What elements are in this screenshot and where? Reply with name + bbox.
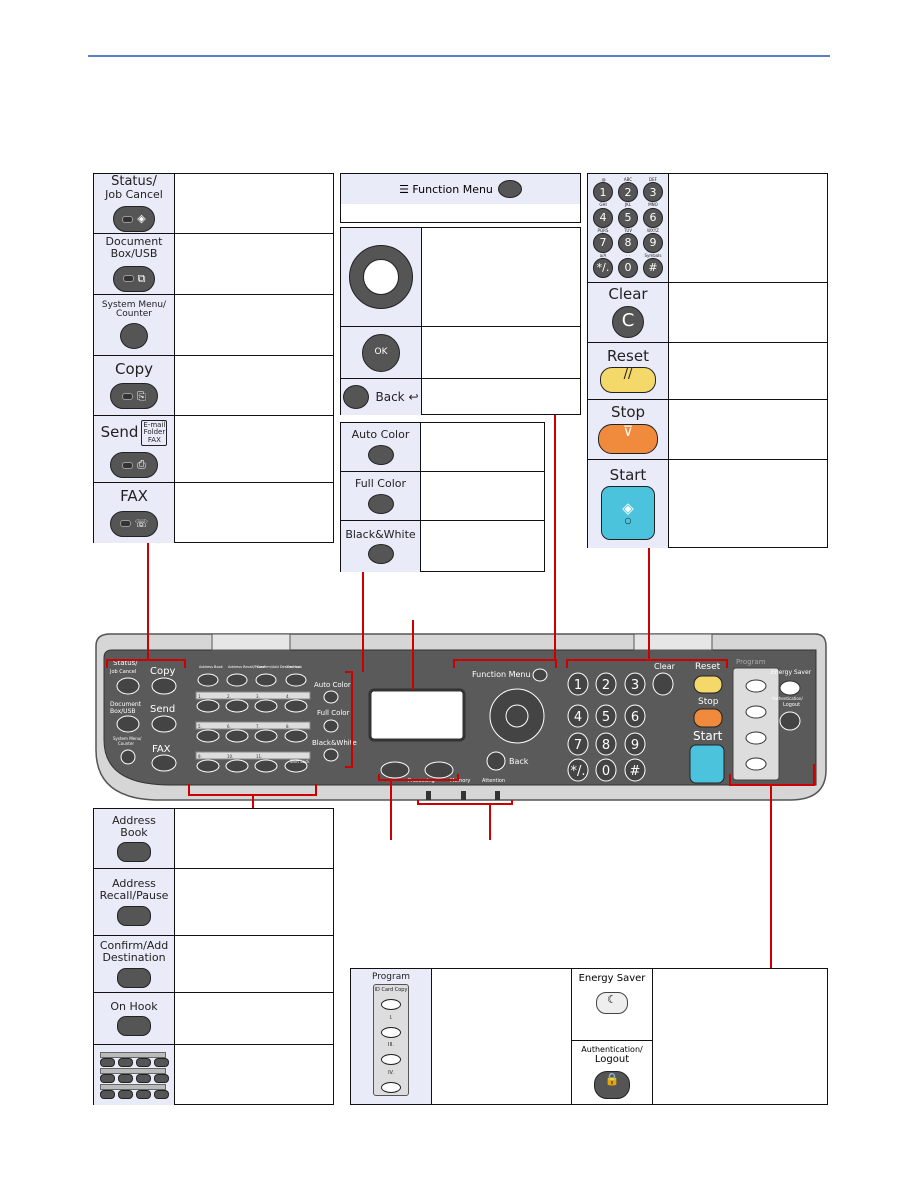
one-touch-key[interactable] — [284, 699, 308, 713]
processing-led — [426, 791, 431, 800]
panel-label: Auto Color — [314, 681, 351, 689]
panel-start-button[interactable] — [689, 744, 725, 784]
panel-numpad-label: 7 — [574, 738, 582, 753]
memory-led — [461, 791, 466, 800]
panel-copy-button[interactable] — [151, 677, 177, 695]
panel-soft-key-left[interactable] — [380, 761, 410, 779]
panel-label: On Hook — [287, 665, 303, 669]
panel-label: Box/USB — [110, 708, 136, 715]
panel-numpad-label: 0 — [602, 764, 610, 779]
panel-numpad-label: 5 — [602, 710, 610, 725]
panel-address-key[interactable] — [285, 673, 307, 687]
panel-black-white-button[interactable] — [323, 748, 339, 762]
one-touch-key[interactable] — [196, 759, 220, 773]
panel-label: Program — [736, 658, 766, 666]
one-touch-key[interactable] — [196, 729, 220, 743]
panel-display — [368, 688, 466, 742]
panel-numpad-label: 3 — [631, 678, 639, 693]
panel-label: Clear — [654, 662, 676, 671]
panel-label: Copy — [150, 666, 175, 677]
panel-label: 1. — [198, 694, 202, 699]
one-touch-strip — [195, 721, 311, 730]
panel-ok-button[interactable] — [505, 704, 529, 728]
panel-label: Job Cancel — [109, 669, 136, 675]
panel-send-button[interactable] — [151, 715, 177, 733]
one-touch-key[interactable] — [225, 729, 249, 743]
panel-label: 9. — [198, 754, 202, 759]
panel-numpad-label: 4 — [574, 710, 582, 725]
panel-back-button[interactable] — [486, 751, 506, 771]
operation-panel-illustration: Status/ Job Cancel Copy Document Box/USB… — [95, 415, 827, 968]
one-touch-key[interactable] — [254, 729, 278, 743]
panel-label: Attention — [482, 778, 505, 784]
panel-stop-button[interactable] — [693, 708, 723, 728]
panel-label: Send — [150, 704, 175, 715]
panel-status-button[interactable] — [116, 677, 140, 695]
panel-address-key[interactable] — [197, 673, 219, 687]
one-touch-key[interactable] — [284, 729, 308, 743]
panel-program-key[interactable] — [745, 757, 767, 771]
panel-document-box-button[interactable] — [116, 715, 140, 733]
panel-label: 2. — [227, 694, 231, 699]
panel-label: 6. — [227, 724, 231, 729]
manual-page: Status/Job Cancel ◈ Document Box/USB ⧉ Syst… — [0, 0, 918, 1188]
one-touch-strip — [195, 751, 311, 760]
one-touch-key[interactable] — [225, 759, 249, 773]
panel-label: 11. — [256, 754, 262, 759]
panel-numpad-label: */. — [570, 764, 585, 779]
panel-label: Logout — [783, 702, 800, 708]
panel-auth-button[interactable] — [779, 711, 801, 731]
one-touch-key[interactable] — [225, 699, 249, 713]
panel-label: Reset — [695, 662, 721, 672]
panel-full-color-button[interactable] — [323, 719, 339, 733]
panel-fax-button[interactable] — [151, 754, 177, 772]
panel-address-key[interactable] — [226, 673, 248, 687]
panel-label: 5. — [198, 724, 202, 729]
panel-label: Document — [110, 701, 142, 708]
panel-address-key[interactable] — [255, 673, 277, 687]
panel-label: 3. — [256, 694, 260, 699]
panel-clear-button[interactable] — [652, 672, 674, 696]
panel-system-menu-button[interactable] — [120, 749, 136, 765]
panel-numpad-label: 9 — [631, 738, 639, 753]
panel-label: 10. — [227, 754, 233, 759]
panel-numpad-label: 8 — [602, 738, 610, 753]
panel-label: Start — [693, 729, 723, 743]
panel-numpad-label: 2 — [602, 678, 610, 693]
panel-label: 4. — [286, 694, 290, 699]
one-touch-strip — [195, 691, 311, 700]
panel-label: Function Menu — [472, 670, 531, 679]
one-touch-key[interactable] — [254, 759, 278, 773]
panel-label: Black&White — [312, 739, 357, 747]
panel-energy-saver-button[interactable] — [779, 680, 801, 696]
panel-label: Authentication/ — [772, 696, 803, 701]
one-touch-key[interactable] — [254, 699, 278, 713]
panel-function-menu-button[interactable] — [532, 668, 548, 682]
attention-led — [495, 791, 500, 800]
panel-numpad-label: 1 — [574, 678, 582, 693]
panel-numpad-label: 6 — [631, 710, 639, 725]
panel-label: Counter — [118, 741, 134, 746]
panel-auto-color-button[interactable] — [323, 690, 339, 704]
panel-label: Full Color — [317, 709, 350, 717]
panel-label: 8. — [286, 724, 290, 729]
panel-label: Address Book — [199, 665, 224, 669]
panel-label: Back — [509, 757, 529, 766]
panel-label: Energy Saver — [771, 669, 812, 676]
panel-numpad-label: # — [630, 764, 641, 779]
panel-program-key[interactable] — [745, 731, 767, 745]
one-touch-key[interactable] — [196, 699, 220, 713]
panel-reset-button[interactable] — [693, 675, 723, 694]
panel-label: 7. — [256, 724, 260, 729]
panel-label: FAX — [152, 744, 171, 755]
panel-program-key[interactable] — [745, 679, 767, 693]
panel-soft-key-right[interactable] — [424, 761, 454, 779]
panel-label: Shift Lock — [290, 759, 310, 764]
panel-label: Stop — [698, 697, 719, 707]
panel-program-key[interactable] — [745, 705, 767, 719]
